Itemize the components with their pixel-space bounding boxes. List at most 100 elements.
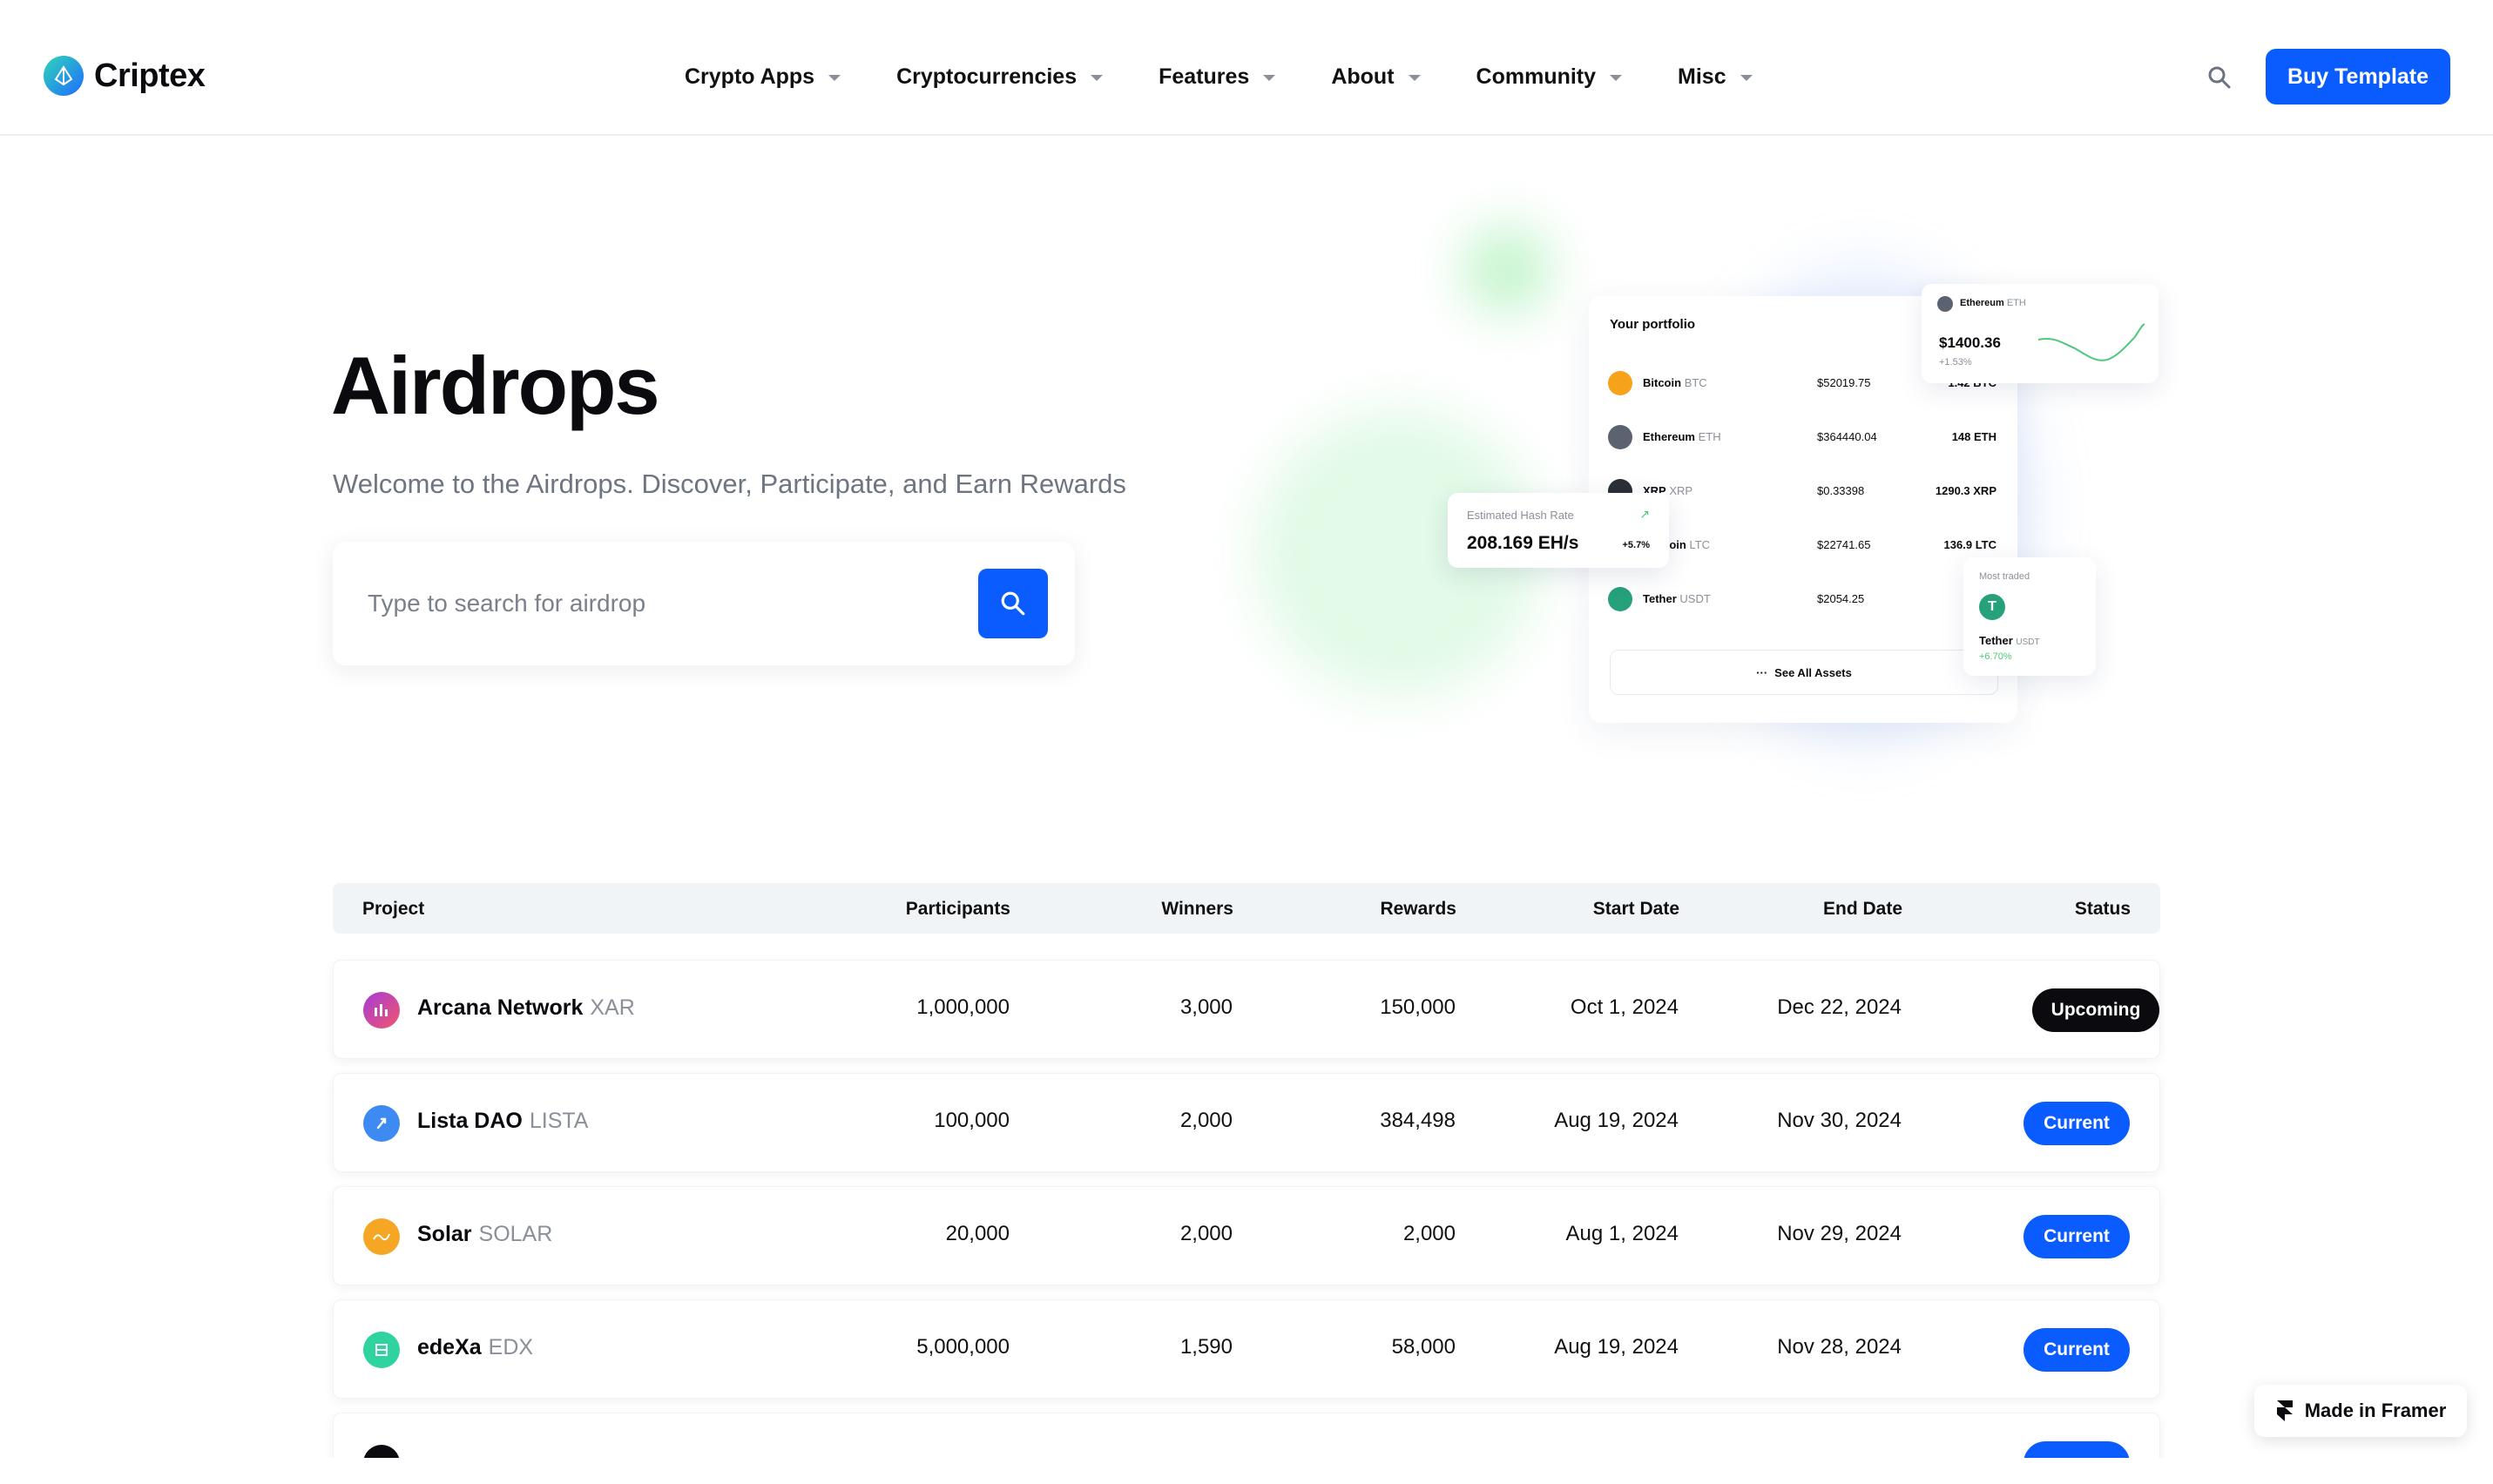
nav-label: Cryptocurrencies bbox=[896, 64, 1078, 89]
chevron-down-icon bbox=[1263, 75, 1276, 81]
status-badge[interactable]: Current bbox=[2023, 1102, 2130, 1145]
chevron-down-icon bbox=[1091, 75, 1104, 81]
ethereum-icon bbox=[1937, 296, 1953, 312]
portfolio-title: Your portfolio bbox=[1610, 317, 1696, 332]
nav-label: Misc bbox=[1678, 64, 1726, 89]
table-row[interactable]: edeXa EDX 5,000,000 1,590 58,000 Aug 19, … bbox=[333, 1299, 2160, 1399]
nav-label: Community bbox=[1476, 64, 1597, 89]
coin-symbol: BTC bbox=[1684, 376, 1707, 389]
hash-rate-card: Estimated Hash Rate ↗ 208.169 EH/s +5.7% bbox=[1448, 493, 1669, 568]
coin-symbol: USDT bbox=[1679, 592, 1711, 605]
participants-cell: 20,000 bbox=[945, 1222, 1010, 1245]
coin-price: $2054.25 bbox=[1817, 592, 1865, 605]
coin-name: Tether USDT bbox=[1643, 592, 1711, 605]
status-badge[interactable]: Upcoming bbox=[2032, 988, 2159, 1032]
eth-price: $1400.36 bbox=[1939, 334, 2001, 351]
nav-misc[interactable]: Misc bbox=[1678, 64, 1753, 90]
bitcoin-icon bbox=[1608, 371, 1632, 395]
project-label: Solar bbox=[417, 1222, 472, 1246]
search-icon[interactable] bbox=[2206, 64, 2233, 91]
project-symbol: EDX bbox=[488, 1335, 534, 1359]
buy-template-button[interactable]: Buy Template bbox=[2266, 49, 2450, 105]
hash-rate-change: +5.7% bbox=[1622, 540, 1651, 550]
decorative-blob bbox=[1463, 226, 1551, 314]
coin-label: Tether bbox=[1643, 592, 1677, 605]
coin-symbol: ETH bbox=[1698, 430, 1721, 443]
tether-icon bbox=[1608, 587, 1632, 611]
winners-cell: 2,000 bbox=[1179, 1109, 1233, 1132]
see-all-label: See All Assets bbox=[1774, 665, 1852, 679]
see-all-assets-button[interactable]: ··· See All Assets bbox=[1610, 650, 1998, 695]
eth-card-name: Ethereum ETH bbox=[1960, 298, 2026, 308]
col-start-date: Start Date bbox=[1592, 899, 1679, 919]
coin-name: Bitcoin BTC bbox=[1643, 376, 1707, 389]
trade-coin: Tether bbox=[1979, 634, 2013, 647]
coin-amount: 148 ETH bbox=[1951, 430, 1996, 443]
hash-rate-value: 208.169 EH/s bbox=[1467, 533, 1579, 553]
winners-cell: 3,000 bbox=[1179, 995, 1233, 1019]
eth-change: +1.53% bbox=[1939, 357, 1972, 368]
tether-name: Tether USDT bbox=[1979, 634, 2040, 647]
coin-amount: 1290.3 XRP bbox=[1935, 484, 1996, 497]
col-rewards: Rewards bbox=[1380, 899, 1456, 919]
nav-cryptocurrencies[interactable]: Cryptocurrencies bbox=[896, 64, 1104, 90]
eth-sparkline bbox=[2037, 323, 2145, 361]
chevron-down-icon bbox=[1610, 75, 1623, 81]
status-label: Current bbox=[2044, 1226, 2110, 1246]
rewards-cell: 384,498 bbox=[1380, 1109, 1456, 1132]
logo-icon bbox=[44, 56, 84, 96]
nav-label: Features bbox=[1159, 64, 1250, 89]
participants-cell: 1,000,000 bbox=[916, 995, 1010, 1019]
end-date-cell: Nov 29, 2024 bbox=[1777, 1222, 1902, 1245]
portfolio-row: Ethereum ETH $364440.04 148 ETH bbox=[1608, 420, 2009, 455]
brand-name: Criptex bbox=[94, 57, 206, 94]
rewards-cell: 150,000 bbox=[1380, 995, 1456, 1019]
coin-price: $22741.65 bbox=[1817, 538, 1871, 551]
nav-community[interactable]: Community bbox=[1476, 64, 1623, 90]
trade-symbol: USDT bbox=[2016, 637, 2040, 647]
coin-symbol: LTC bbox=[1689, 538, 1711, 551]
coin-symbol: XRP bbox=[1669, 484, 1693, 497]
made-in-framer-badge[interactable]: Made in Framer bbox=[2254, 1385, 2467, 1437]
solar-icon bbox=[363, 1218, 400, 1255]
search-button[interactable] bbox=[978, 569, 1048, 638]
page-title: Airdrops bbox=[331, 340, 660, 431]
brand-logo[interactable]: Criptex bbox=[44, 56, 206, 96]
coin-amount: 136.9 LTC bbox=[1943, 538, 1996, 551]
trend-up-icon: ↗ bbox=[1639, 507, 1650, 521]
project-symbol: LISTA bbox=[529, 1109, 589, 1133]
project-symbol: XAR bbox=[590, 995, 635, 1020]
winners-cell: 1,590 bbox=[1179, 1335, 1233, 1359]
start-date-cell: Aug 1, 2024 bbox=[1565, 1222, 1679, 1245]
ethereum-icon bbox=[1608, 425, 1632, 449]
coin-price: $52019.75 bbox=[1817, 376, 1871, 389]
chevron-down-icon bbox=[1408, 75, 1421, 81]
table-row[interactable]: Solar SOLAR 20,000 2,000 2,000 Aug 1, 202… bbox=[333, 1186, 2160, 1285]
nav-about[interactable]: About bbox=[1331, 64, 1421, 90]
table-row[interactable]: Lista DAO LISTA 100,000 2,000 384,498 Aug… bbox=[333, 1073, 2160, 1172]
nav-crypto-apps[interactable]: Crypto Apps bbox=[685, 64, 841, 90]
framer-icon bbox=[2276, 1400, 2293, 1421]
most-traded-card: Most traded T Tether USDT +6.70% bbox=[1963, 557, 2096, 676]
table-row[interactable]: Arcana Network XAR 1,000,000 3,000 150,00… bbox=[333, 960, 2160, 1059]
col-status: Status bbox=[2074, 899, 2131, 919]
status-label: Current bbox=[2044, 1113, 2110, 1133]
col-winners: Winners bbox=[1161, 899, 1233, 919]
col-project: Project bbox=[362, 899, 425, 919]
airdrop-search-input[interactable] bbox=[368, 580, 925, 627]
airdrop-search-box bbox=[333, 542, 1075, 665]
viewport-bottom-edge bbox=[0, 1458, 2493, 1484]
page: Criptex Crypto Apps Cryptocurrencies Fea… bbox=[0, 0, 2493, 1484]
portfolio-row: Tether USDT $2054.25 23 bbox=[1608, 582, 2009, 617]
status-label: Current bbox=[2044, 1339, 2110, 1359]
status-badge[interactable]: Current bbox=[2023, 1328, 2130, 1372]
page-subtitle: Welcome to the Airdrops. Discover, Parti… bbox=[333, 469, 1126, 499]
nav-features[interactable]: Features bbox=[1159, 64, 1276, 90]
nav-label: Crypto Apps bbox=[685, 64, 815, 89]
coin-name: Ethereum ETH bbox=[1643, 430, 1721, 443]
ethereum-price-card: Ethereum ETH $1400.36 +1.53% bbox=[1922, 284, 2159, 383]
nav-label: About bbox=[1331, 64, 1395, 89]
col-participants: Participants bbox=[905, 899, 1010, 919]
project-label: Arcana Network bbox=[417, 995, 584, 1020]
status-badge[interactable]: Current bbox=[2023, 1215, 2130, 1258]
